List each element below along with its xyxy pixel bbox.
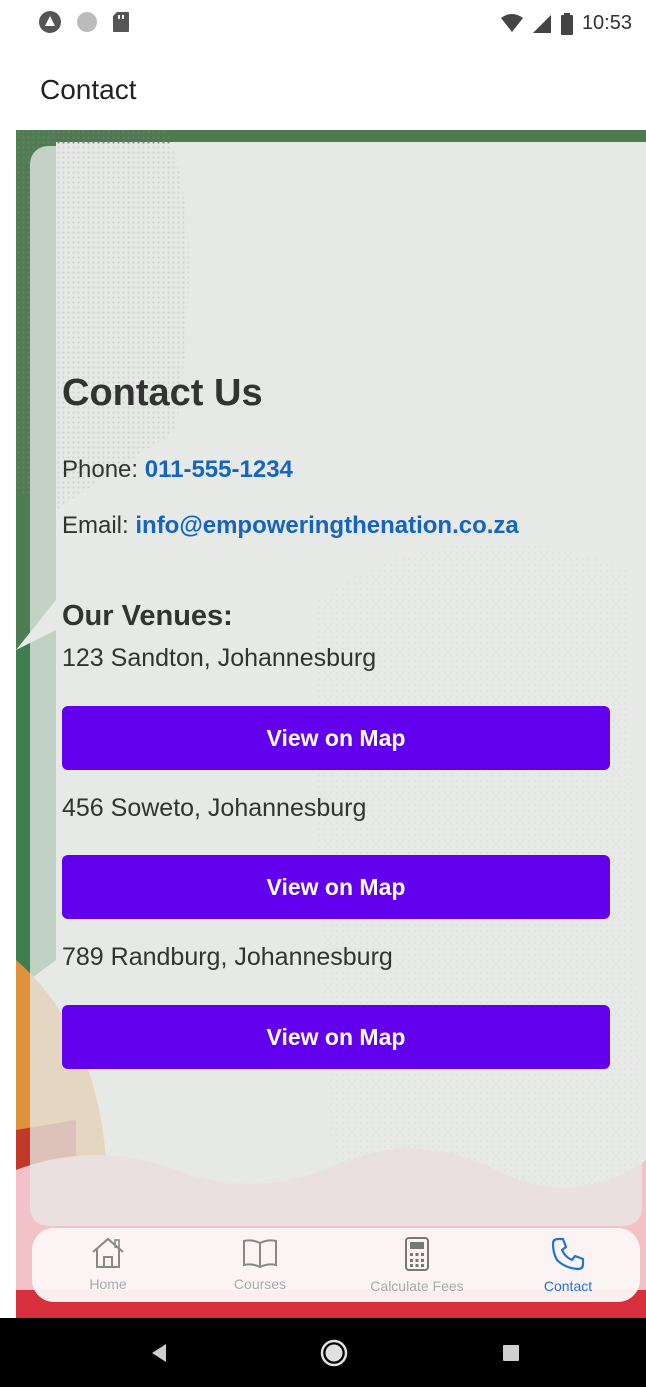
book-icon (243, 1239, 277, 1269)
email-link[interactable]: info@empoweringthenation.co.za (135, 512, 518, 539)
signal-icon (532, 14, 551, 33)
circle-notification-icon (77, 12, 97, 32)
home-circle-icon[interactable] (319, 1338, 349, 1368)
venue-address: 456 Soweto, Johannesburg (62, 794, 367, 822)
view-on-map-button[interactable]: View on Map (62, 706, 610, 770)
app-notification-icon (39, 11, 61, 33)
venue-address: 123 Sandton, Johannesburg (62, 644, 377, 672)
status-left-icons (38, 10, 130, 34)
tab-home[interactable]: Home (68, 1228, 148, 1302)
home-icon (92, 1237, 124, 1268)
status-bar: 10:53 (0, 0, 646, 50)
status-right-icons: 10:53 (500, 12, 632, 35)
venue-address: 789 Randburg, Johannesburg (62, 943, 393, 971)
wifi-icon (500, 13, 523, 32)
view-on-map-button[interactable]: View on Map (62, 1005, 610, 1069)
contact-heading: Contact Us (62, 372, 263, 414)
tab-home-label: Home (89, 1276, 127, 1292)
bottom-navigation: Home Courses Calculate Fees Contact (32, 1228, 640, 1302)
email-row: Email: info@empoweringthenation.co.za (62, 512, 519, 540)
calculator-icon (405, 1237, 429, 1271)
app-bar: Contact (0, 50, 646, 130)
phone-link[interactable]: 011-555-1234 (145, 456, 293, 483)
tab-calculate-fees-label: Calculate Fees (370, 1278, 464, 1294)
system-navigation-bar (0, 1318, 646, 1387)
tab-courses-label: Courses (233, 1276, 287, 1292)
phone-icon (551, 1237, 585, 1271)
page-title: Contact (40, 74, 137, 105)
tab-contact[interactable]: Contact (528, 1228, 608, 1302)
email-label: Email: (62, 512, 129, 539)
view-on-map-button[interactable]: View on Map (62, 855, 610, 919)
sd-card-icon (113, 12, 129, 32)
status-time: 10:53 (581, 12, 632, 34)
back-icon[interactable] (150, 1343, 168, 1363)
venues-title: Our Venues: (62, 600, 233, 632)
battery-icon (560, 12, 573, 35)
recents-icon[interactable] (502, 1344, 520, 1362)
tab-calculate-fees[interactable]: Calculate Fees (352, 1228, 482, 1302)
tab-contact-label: Contact (543, 1278, 593, 1294)
phone-row: Phone: 011-555-1234 (62, 456, 293, 484)
phone-label: Phone: (62, 456, 139, 483)
tab-courses[interactable]: Courses (220, 1228, 300, 1302)
